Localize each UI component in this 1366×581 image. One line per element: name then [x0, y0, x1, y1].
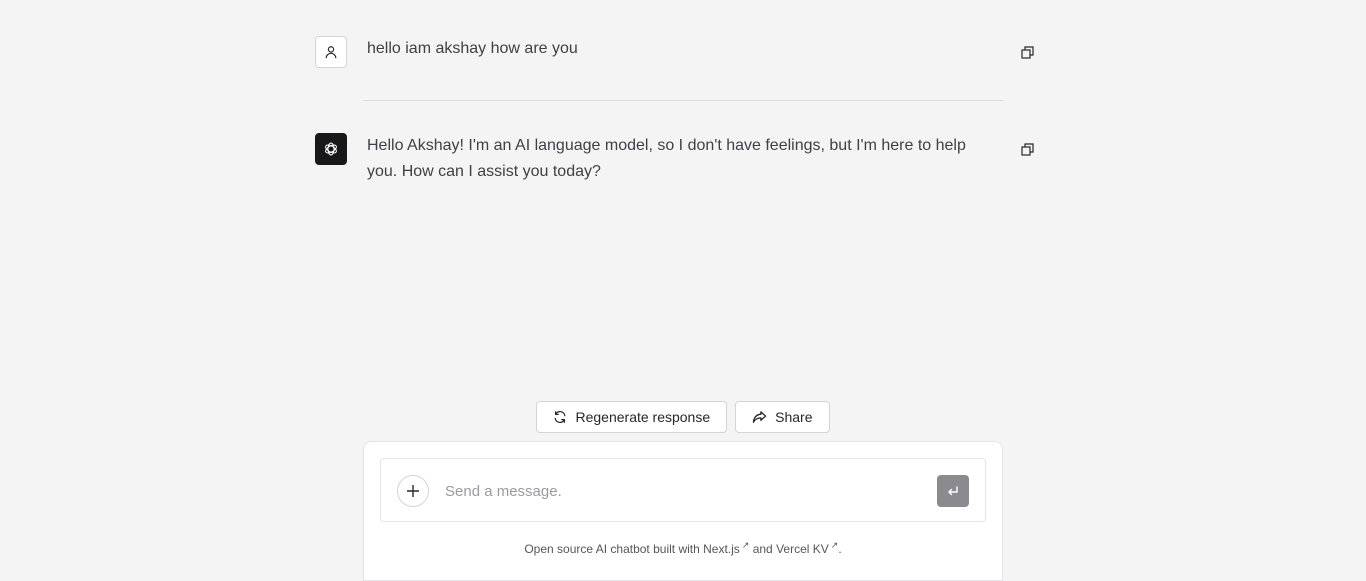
copy-icon — [1020, 142, 1034, 156]
send-message-button[interactable] — [937, 475, 969, 507]
footer-middle: and — [749, 542, 777, 556]
vercel-kv-link[interactable]: Vercel KV ↗ — [776, 540, 838, 556]
user-message-text: hello iam akshay how are you — [367, 40, 578, 57]
copy-user-message-button[interactable] — [1019, 44, 1035, 60]
new-chat-button[interactable] — [397, 475, 429, 507]
enter-icon — [948, 486, 958, 496]
share-button[interactable]: Share — [735, 401, 830, 433]
message-input[interactable] — [445, 479, 915, 503]
footer-prefix: Open source AI chatbot built with — [524, 542, 704, 556]
vercel-kv-link-label: Vercel KV — [776, 542, 829, 556]
composer-panel: Open source AI chatbot built with Next.j… — [363, 441, 1003, 581]
message-input-box — [380, 458, 986, 522]
assistant-message: Hello Akshay! I'm an AI language model, … — [315, 133, 1035, 185]
message-divider — [363, 100, 1003, 101]
chat-action-bar: Regenerate response Share — [0, 401, 1366, 433]
regenerate-response-button[interactable]: Regenerate response — [536, 401, 728, 433]
nextjs-link[interactable]: Next.js ↗ — [703, 540, 749, 556]
share-label: Share — [775, 409, 813, 425]
assistant-message-text: Hello Akshay! I'm an AI language model, … — [367, 137, 966, 180]
regenerate-response-label: Regenerate response — [575, 409, 711, 425]
openai-logo-icon — [325, 142, 337, 156]
footer-suffix: . — [838, 542, 842, 556]
refresh-icon — [555, 411, 566, 423]
user-avatar — [315, 36, 347, 68]
user-icon — [325, 46, 337, 59]
user-message: hello iam akshay how are you — [315, 36, 1035, 68]
nextjs-link-label: Next.js — [703, 542, 740, 556]
footer-note: Open source AI chatbot built with Next.j… — [364, 540, 1002, 556]
assistant-avatar — [315, 133, 347, 165]
share-icon — [752, 411, 767, 423]
plus-icon — [407, 485, 419, 497]
copy-assistant-message-button[interactable] — [1019, 141, 1035, 157]
copy-icon — [1020, 45, 1034, 59]
